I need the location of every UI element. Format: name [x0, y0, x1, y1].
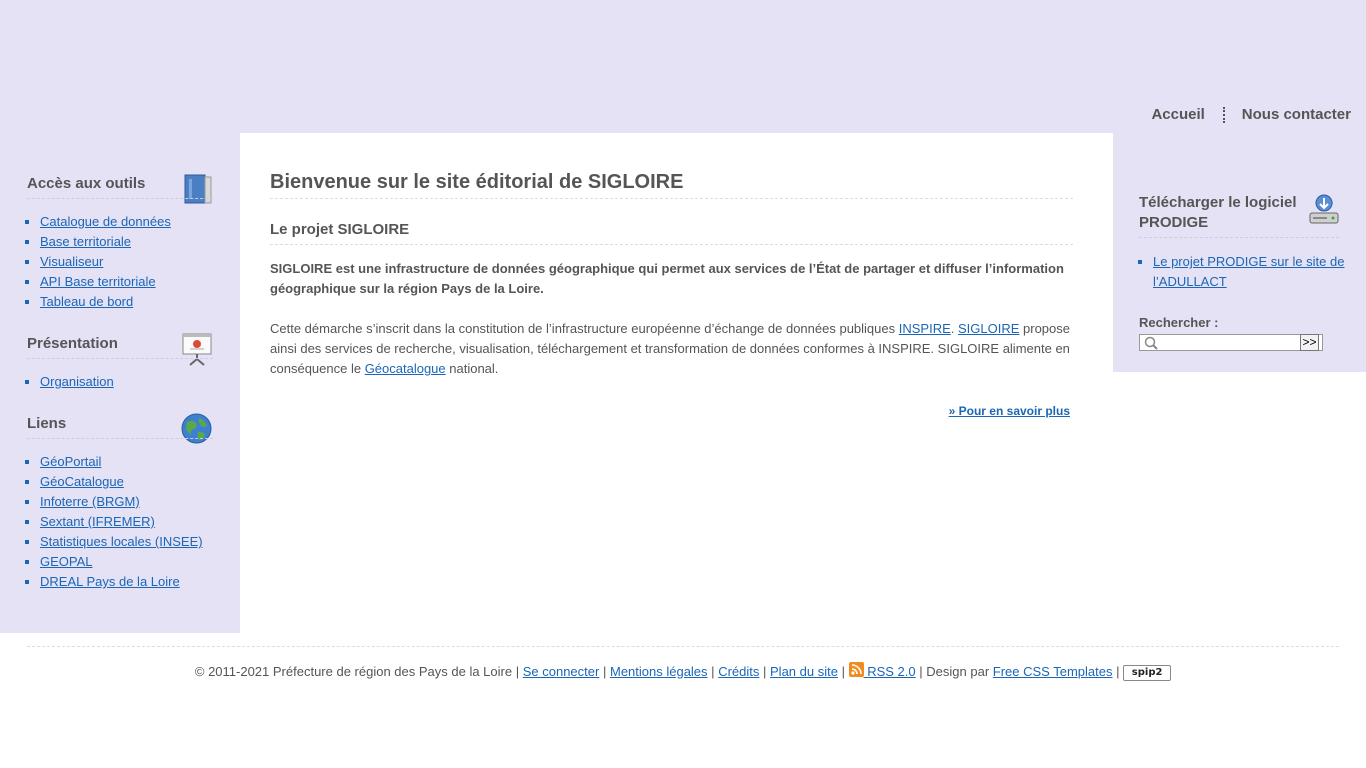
divider [270, 198, 1073, 199]
list-item: API Base territoriale [40, 272, 171, 292]
tools-title: Accès aux outils [27, 175, 146, 192]
read-more-link[interactable]: » Pour en savoir plus [949, 404, 1070, 418]
link-geocatalogue[interactable]: GéoCatalogue [40, 474, 124, 489]
rss-link[interactable]: RSS 2.0 [848, 662, 916, 679]
divider [27, 438, 213, 439]
separator: | [711, 664, 715, 679]
link-organisation[interactable]: Organisation [40, 374, 114, 389]
link-infoterre[interactable]: Infoterre (BRGM) [40, 494, 140, 509]
link-tableau-de-bord[interactable]: Tableau de bord [40, 294, 133, 309]
separator: | [602, 664, 607, 679]
page-title: Bienvenue sur le site éditorial de SIGLO… [270, 171, 684, 193]
link-base-territoriale[interactable]: Base territoriale [40, 234, 131, 249]
list-item: Organisation [40, 372, 114, 392]
divider [1139, 237, 1339, 238]
nav-accueil[interactable]: Accueil [1151, 106, 1204, 123]
left-sidebar: Accès aux outils Catalogue de données Ba… [0, 133, 240, 633]
divider [27, 358, 213, 359]
body-text: . [950, 321, 958, 336]
separator: | [1116, 664, 1120, 679]
list-item: GéoPortail [40, 452, 203, 472]
presentation-board-icon [182, 333, 212, 366]
globe-icon [181, 413, 212, 444]
body-text: national. [445, 361, 499, 376]
list-item: GéoCatalogue [40, 472, 203, 492]
link-sigloire[interactable]: SIGLOIRE [958, 321, 1019, 336]
design-by-text: Design par [926, 664, 990, 679]
sitemap-link[interactable]: Plan du site [770, 664, 838, 679]
list-item: Infoterre (BRGM) [40, 492, 203, 512]
intro-paragraph: SIGLOIRE est une infrastructure de donné… [270, 261, 1064, 296]
rss-label: RSS 2.0 [867, 664, 916, 679]
nav-contact[interactable]: Nous contacter [1242, 106, 1351, 123]
search-input[interactable] [1139, 334, 1323, 351]
tools-list: Catalogue de données Base territoriale V… [22, 212, 171, 312]
body-text: Cette démarche s’inscrit dans la constit… [270, 321, 899, 336]
top-navigation: Accueil Nous contacter [1151, 106, 1351, 123]
footer: © 2011-2021 Préfecture de région des Pay… [0, 662, 1366, 681]
list-item: Tableau de bord [40, 292, 171, 312]
credits-link[interactable]: Crédits [718, 664, 759, 679]
link-insee[interactable]: Statistiques locales (INSEE) [40, 534, 203, 549]
link-api[interactable]: API Base territoriale [40, 274, 156, 289]
footer-divider [27, 646, 1339, 647]
list-item: Visualiseur [40, 252, 171, 272]
presentation-list: Organisation [22, 372, 114, 392]
divider [270, 244, 1073, 245]
divider [27, 198, 213, 199]
main-content: Bienvenue sur le site éditorial de SIGLO… [240, 133, 1113, 633]
link-catalogue[interactable]: Catalogue de données [40, 214, 171, 229]
link-geoportail[interactable]: GéoPortail [40, 454, 101, 469]
body-paragraph: Cette démarche s’inscrit dans la constit… [270, 319, 1075, 379]
list-item: Catalogue de données [40, 212, 171, 232]
separator: | [515, 664, 520, 679]
presentation-title: Présentation [27, 335, 118, 352]
login-link[interactable]: Se connecter [523, 664, 600, 679]
separator: | [763, 664, 767, 679]
link-geocatalogue-inline[interactable]: Géocatalogue [365, 361, 446, 376]
copyright-text: © 2011-2021 Préfecture de région des Pay… [194, 664, 513, 679]
link-visualiseur[interactable]: Visualiseur [40, 254, 103, 269]
search-submit-button[interactable]: >> [1300, 334, 1319, 351]
search-label: Rechercher : [1139, 315, 1219, 330]
free-css-templates-link[interactable]: Free CSS Templates [993, 664, 1113, 679]
links-title: Liens [27, 415, 67, 432]
separator: | [841, 664, 845, 679]
legal-link[interactable]: Mentions légales [610, 664, 708, 679]
spip-logo: spip2 [1123, 665, 1172, 681]
list-item: Statistiques locales (INSEE) [40, 532, 203, 552]
section-title: Le projet SIGLOIRE [270, 221, 410, 238]
download-title: Télécharger le logiciel PRODIGE [1139, 194, 1297, 231]
links-list: GéoPortail GéoCatalogue Infoterre (BRGM)… [22, 452, 203, 592]
separator: | [919, 664, 923, 679]
search-icon [1144, 336, 1158, 350]
header-band: Accueil Nous contacter [0, 0, 1366, 133]
list-item: DREAL Pays de la Loire [40, 572, 203, 592]
link-dreal[interactable]: DREAL Pays de la Loire [40, 574, 180, 589]
link-sextant[interactable]: Sextant (IFREMER) [40, 514, 155, 529]
link-prodige[interactable]: Le projet PRODIGE sur le site de l’ADULL… [1153, 254, 1344, 289]
book-icon [184, 174, 212, 204]
spip-logo-link[interactable]: spip2 [1123, 664, 1172, 681]
list-item: Sextant (IFREMER) [40, 512, 203, 532]
list-item: Base territoriale [40, 232, 171, 252]
download-drive-icon [1309, 194, 1339, 224]
right-sidebar: Télécharger le logiciel PRODIGE Le proje… [1113, 133, 1366, 372]
link-geopal[interactable]: GEOPAL [40, 554, 93, 569]
link-inspire[interactable]: INSPIRE [899, 321, 951, 336]
list-item: GEOPAL [40, 552, 203, 572]
download-list: Le projet PRODIGE sur le site de l’ADULL… [1135, 252, 1353, 292]
nav-separator [1222, 106, 1225, 123]
rss-icon [848, 662, 864, 677]
list-item: Le projet PRODIGE sur le site de l’ADULL… [1153, 252, 1353, 292]
